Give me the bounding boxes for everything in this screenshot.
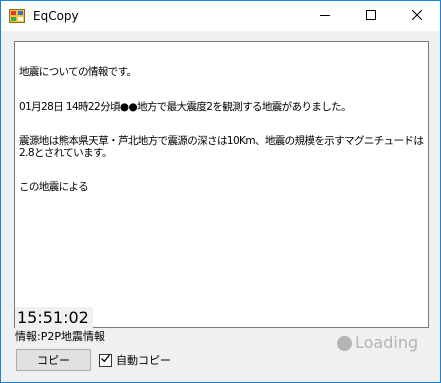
auto-copy-checkbox[interactable]: 自動コピー bbox=[99, 352, 171, 368]
maximize-button[interactable] bbox=[348, 1, 394, 31]
loading-indicator: Loading bbox=[337, 333, 418, 353]
close-icon bbox=[411, 9, 423, 23]
info-text: 地震についての情報です。 01月28日 14時22分頃●●地方で最大震度2を観測… bbox=[19, 44, 424, 217]
title-bar[interactable]: EqCopy bbox=[1, 1, 440, 31]
window-title: EqCopy bbox=[33, 9, 79, 23]
checkmark-icon bbox=[100, 353, 111, 367]
auto-copy-check[interactable] bbox=[99, 353, 112, 367]
copy-button[interactable]: コピー bbox=[16, 349, 91, 371]
app-icon bbox=[9, 9, 25, 23]
app-window: EqCopy 地震についての情報です。 01月28日 14時22分頃●●地方で最… bbox=[0, 0, 441, 383]
minimize-icon bbox=[320, 9, 330, 23]
info-line: この地震による bbox=[19, 181, 89, 193]
loading-dot-icon bbox=[337, 335, 352, 351]
info-line: 地震についての情報です。 bbox=[19, 66, 137, 78]
maximize-icon bbox=[366, 9, 376, 23]
info-line: 01月28日 14時22分頃●●地方で最大震度2を観測する地震がありました。 bbox=[19, 100, 352, 113]
info-line: 震源地は熊本県天草・芦北地方で震源の深さは10Km、地震の規模を示すマグニチュー… bbox=[19, 135, 424, 159]
auto-copy-label: 自動コピー bbox=[116, 354, 171, 367]
time-display: 15:51:02 bbox=[15, 307, 93, 329]
earthquake-info-textbox[interactable]: 地震についての情報です。 01月28日 14時22分頃●●地方で最大震度2を観測… bbox=[14, 41, 429, 328]
minimize-button[interactable] bbox=[302, 1, 348, 31]
close-button[interactable] bbox=[394, 1, 440, 31]
source-label: 情報:P2P地震情報 bbox=[15, 330, 105, 343]
loading-label: Loading bbox=[355, 333, 419, 352]
